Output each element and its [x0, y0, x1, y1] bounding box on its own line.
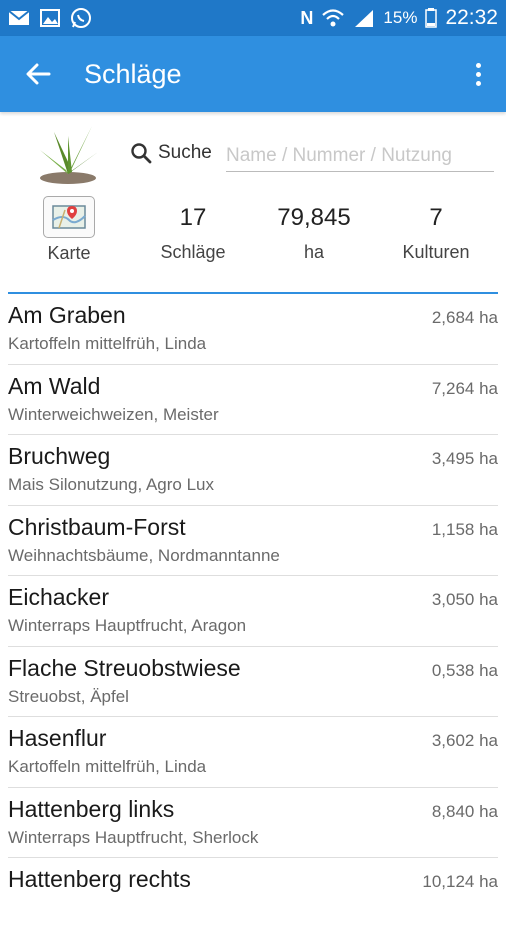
field-area: 2,684 ha — [431, 308, 498, 327]
fields-list: Am Graben Kartoffeln mittelfrüh, Linda 2… — [0, 294, 506, 929]
dot-icon — [475, 71, 481, 77]
field-area: 8,840 ha — [431, 801, 498, 821]
area-unit: ha — [303, 242, 325, 262]
email-icon — [8, 10, 30, 25]
field-area: 10,124 ha — [422, 872, 498, 891]
area-total: 79,845 — [277, 204, 351, 231]
page-title: Schläge — [84, 58, 182, 89]
list-item[interactable]: Flache Streuobstwiese Streuobst, Äpfel 0… — [8, 647, 498, 717]
fields-count: 17 — [179, 204, 207, 231]
whatsapp-icon — [71, 8, 91, 28]
fields-stat: 17 Schläge — [152, 196, 234, 263]
field-area: 7,264 ha — [431, 378, 498, 398]
signal-icon — [355, 10, 374, 27]
stats-bar: Karte 17 Schläge 79,845 ha 7 Kulturen — [0, 196, 506, 288]
field-area: 0,538 ha — [431, 660, 498, 680]
wifi-icon — [322, 9, 345, 27]
field-name: Bruchweg — [8, 443, 111, 469]
crops-stat: 7 Kulturen — [390, 196, 482, 263]
field-crop: Winterraps Hauptfrucht, Aragon — [8, 616, 247, 635]
map-label: Karte — [47, 243, 91, 263]
back-button[interactable] — [18, 54, 58, 94]
battery-percent: 15% — [383, 8, 418, 27]
field-area: 3,602 ha — [431, 731, 498, 750]
field-name: Hattenberg links — [8, 795, 175, 822]
clock: 22:32 — [445, 6, 498, 29]
field-area: 3,495 ha — [431, 449, 498, 468]
summary-header: Suche Karte 17 Schläge 79,845 ha 7 Kultu… — [0, 112, 506, 294]
status-bar: N 15% 22:32 — [0, 0, 506, 36]
search-label-group: Suche — [130, 142, 212, 164]
crops-label: Kulturen — [402, 242, 470, 262]
field-name: Eichacker — [8, 584, 109, 610]
map-button[interactable] — [43, 196, 95, 238]
search-icon — [131, 143, 152, 164]
gallery-icon — [40, 9, 60, 27]
field-crop: Kartoffeln mittelfrüh, Linda — [8, 334, 207, 353]
list-item[interactable]: Am Wald Winterweichweizen, Meister 7,264… — [8, 365, 498, 435]
list-item[interactable]: Hattenberg rechts 10,124 ha — [8, 858, 498, 929]
crops-count: 7 — [429, 204, 443, 231]
app-bar: Schläge — [0, 36, 506, 112]
map-icon — [52, 205, 86, 229]
field-crop: Streuobst, Äpfel — [8, 686, 129, 706]
field-name: Flache Streuobstwiese — [8, 654, 241, 681]
field-crop: Weihnachtsbäume, Nordmanntanne — [8, 545, 280, 565]
list-item[interactable]: Bruchweg Mais Silonutzung, Agro Lux 3,49… — [8, 435, 498, 506]
arrow-back-icon — [26, 63, 51, 85]
dot-icon — [475, 80, 481, 86]
list-item[interactable]: Am Graben Kartoffeln mittelfrüh, Linda 2… — [8, 294, 498, 365]
notification-icons — [8, 7, 92, 29]
list-item[interactable]: Hasenflur Kartoffeln mittelfrüh, Linda 3… — [8, 717, 498, 788]
field-name: Am Wald — [8, 372, 101, 399]
nfc-icon: N — [300, 7, 314, 28]
field-crop: Mais Silonutzung, Agro Lux — [8, 475, 215, 494]
list-item[interactable]: Eichacker Winterraps Hauptfrucht, Aragon… — [8, 576, 498, 647]
overflow-menu-button[interactable] — [468, 54, 488, 94]
field-crop: Winterraps Hauptfrucht, Sherlock — [8, 827, 259, 847]
area-stat: 79,845 ha — [268, 196, 360, 263]
field-crop: Winterweichweizen, Meister — [8, 404, 219, 424]
field-name: Hattenberg rechts — [8, 866, 191, 892]
battery-icon — [425, 8, 438, 28]
list-item[interactable]: Hattenberg links Winterraps Hauptfrucht,… — [8, 788, 498, 858]
search-label: Suche — [158, 142, 212, 163]
field-name: Am Graben — [8, 302, 126, 328]
field-area: 1,158 ha — [431, 519, 498, 539]
list-item[interactable]: Christbaum-Forst Weihnachtsbäume, Nordma… — [8, 506, 498, 576]
plant-logo-icon — [40, 126, 98, 184]
fields-label: Schläge — [160, 242, 226, 262]
field-name: Christbaum-Forst — [8, 513, 186, 540]
dot-icon — [475, 62, 481, 68]
field-crop: Kartoffeln mittelfrüh, Linda — [8, 757, 207, 776]
field-area: 3,050 ha — [431, 590, 498, 609]
field-name: Hasenflur — [8, 725, 107, 751]
search-input[interactable] — [226, 140, 494, 172]
